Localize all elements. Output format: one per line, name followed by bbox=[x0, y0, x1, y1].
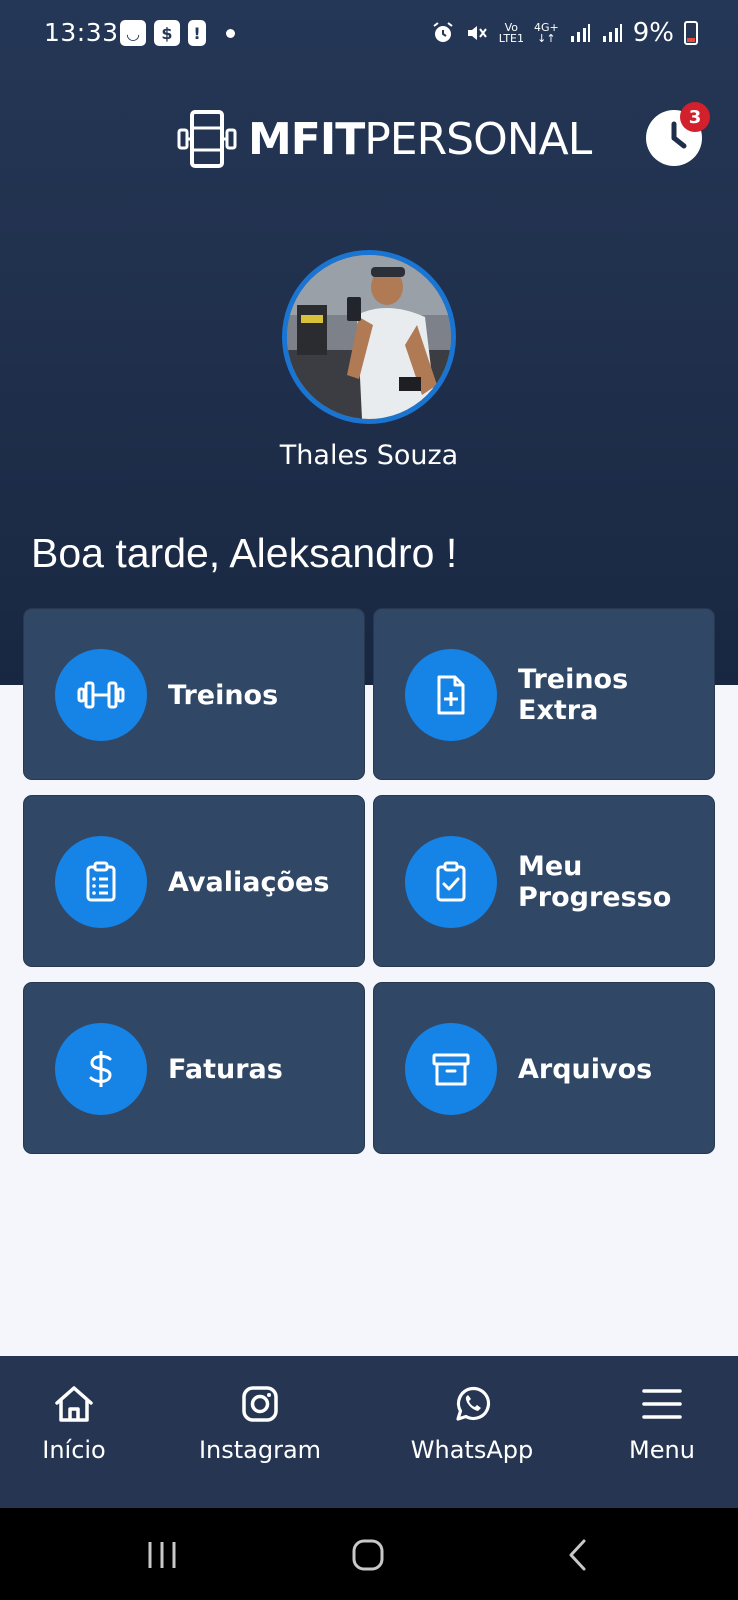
status-notification-icons: ◡ $ ! bbox=[120, 20, 235, 46]
menu-card-label: Treinos Extra bbox=[518, 664, 629, 726]
menu-card-treinos[interactable]: Treinos bbox=[23, 608, 365, 780]
clipboard-list-icon bbox=[86, 861, 116, 902]
nav-item-menu[interactable]: Menu bbox=[612, 1356, 712, 1508]
signal-icon bbox=[570, 24, 590, 42]
avatar-photo bbox=[287, 255, 451, 419]
app-logo: MFITPERSONAL bbox=[176, 108, 592, 170]
bottom-navigation: Início Instagram WhatsApp Menu bbox=[0, 1356, 738, 1508]
menu-card-label: Faturas bbox=[168, 1053, 283, 1085]
shop-icon: $ bbox=[154, 20, 180, 46]
menu-card-arquivos[interactable]: Arquivos bbox=[373, 982, 715, 1154]
network-type: 4G+ ↓↑ bbox=[534, 21, 559, 45]
clipboard-check-icon bbox=[436, 861, 466, 902]
hamburger-icon bbox=[642, 1389, 682, 1419]
greeting-text: Boa tarde, Aleksandro ! bbox=[31, 530, 458, 576]
archive-icon bbox=[432, 1053, 470, 1086]
logo-text: MFITPERSONAL bbox=[248, 113, 592, 165]
menu-card-faturas[interactable]: Faturas bbox=[23, 982, 365, 1154]
status-system-icons: Vo LTE1 4G+ ↓↑ 9% bbox=[431, 18, 698, 48]
dumbbell-icon bbox=[77, 681, 125, 709]
nav-label: WhatsApp bbox=[410, 1436, 534, 1464]
shopping-bag-icon: ◡ bbox=[120, 20, 146, 46]
alert-icon: ! bbox=[188, 20, 206, 46]
menu-card-label: Avaliações bbox=[168, 866, 330, 898]
home-icon bbox=[55, 1386, 93, 1422]
menu-card-label: Meu Progresso bbox=[518, 851, 672, 913]
nav-item-instagram[interactable]: Instagram bbox=[190, 1356, 330, 1508]
volte-indicator: Vo LTE1 bbox=[498, 21, 524, 45]
menu-card-meu-progresso[interactable]: Meu Progresso bbox=[373, 795, 715, 967]
mute-icon bbox=[467, 26, 487, 40]
nav-label: Instagram bbox=[198, 1436, 322, 1464]
notification-badge: 3 bbox=[680, 102, 710, 132]
menu-card-treinos-extra[interactable]: Treinos Extra bbox=[373, 608, 715, 780]
menu-card-label: Arquivos bbox=[518, 1053, 653, 1085]
nav-item-whatsapp[interactable]: WhatsApp bbox=[400, 1356, 544, 1508]
menu-card-label: Treinos bbox=[168, 679, 279, 711]
recent-apps-icon[interactable] bbox=[146, 1540, 178, 1570]
back-icon[interactable] bbox=[566, 1538, 590, 1572]
trainer-avatar[interactable] bbox=[282, 250, 456, 424]
instagram-icon bbox=[242, 1386, 278, 1422]
nav-item-inicio[interactable]: Início bbox=[26, 1356, 122, 1508]
nav-label: Menu bbox=[629, 1436, 695, 1464]
status-time: 13:33 bbox=[44, 18, 119, 47]
dollar-icon bbox=[89, 1051, 112, 1087]
trainer-name: Thales Souza bbox=[279, 440, 459, 471]
battery-icon bbox=[684, 21, 698, 45]
system-navigation-bar bbox=[0, 1508, 738, 1600]
menu-card-avaliacoes[interactable]: Avaliações bbox=[23, 795, 365, 967]
status-bar: 13:33 ◡ $ ! Vo LTE1 4G+ ↓↑ 9% bbox=[0, 0, 738, 70]
home-system-icon[interactable] bbox=[351, 1538, 385, 1572]
battery-percent: 9% bbox=[632, 18, 674, 48]
signal-icon-2 bbox=[602, 24, 622, 42]
more-notifications-dot bbox=[226, 28, 235, 38]
nav-label: Início bbox=[42, 1436, 106, 1464]
dumbbell-logo-icon bbox=[177, 110, 237, 168]
alarm-icon bbox=[433, 22, 453, 42]
whatsapp-icon bbox=[456, 1386, 491, 1421]
file-plus-icon bbox=[437, 675, 465, 715]
